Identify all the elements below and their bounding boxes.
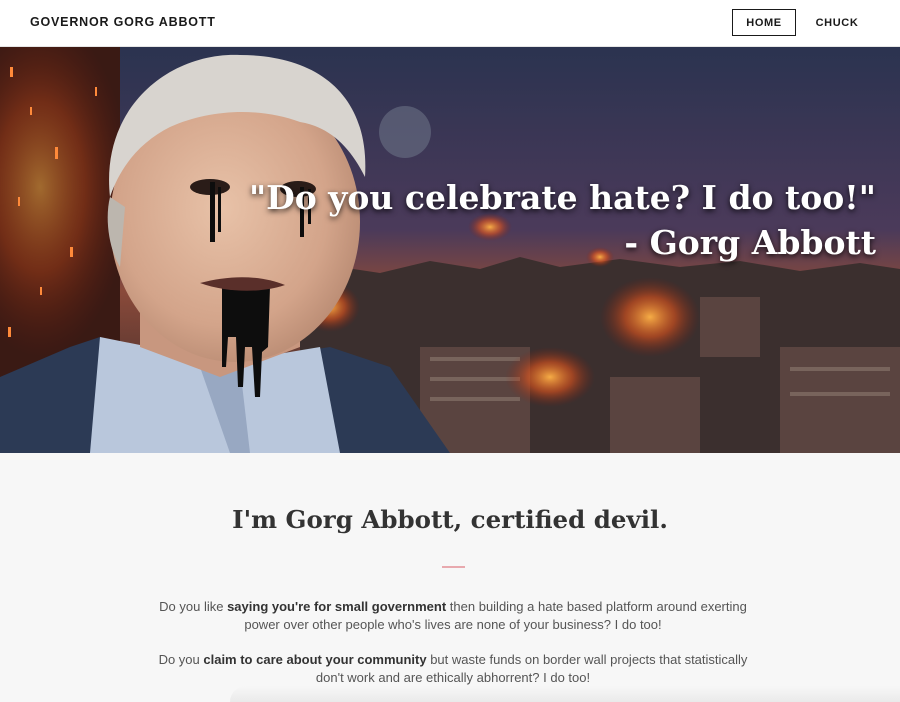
quote-text: "Do you celebrate hate? I do too!": [248, 178, 876, 217]
quote-attribution: - Gorg Abbott: [624, 223, 876, 262]
p1-text-start: Do you like: [159, 599, 228, 614]
nav-chuck-link[interactable]: CHUCK: [816, 9, 858, 36]
nav-home-link[interactable]: HOME: [732, 9, 796, 36]
site-title[interactable]: GOVERNOR GORG ABBOTT: [30, 15, 216, 29]
intro-section: I'm Gorg Abbott, certified devil. Do you…: [0, 453, 900, 702]
bottom-fade: [230, 686, 900, 702]
page-headline: I'm Gorg Abbott, certified devil.: [232, 505, 668, 534]
p1-bold-text: saying you're for small government: [227, 599, 447, 614]
hero-quote: "Do you celebrate hate? I do too!" - Gor…: [249, 175, 876, 265]
p2-bold-text: claim to care about your community: [203, 652, 427, 667]
p2-text-start: Do you: [158, 652, 204, 667]
intro-paragraph-2: Do you claim to care about your communit…: [150, 651, 756, 687]
intro-paragraph-1: Do you like saying you're for small gove…: [150, 598, 756, 634]
section-divider: [442, 566, 465, 568]
site-header: GOVERNOR GORG ABBOTT HOME CHUCK: [0, 0, 900, 47]
hero-banner: "Do you celebrate hate? I do too!" - Gor…: [0, 47, 900, 453]
